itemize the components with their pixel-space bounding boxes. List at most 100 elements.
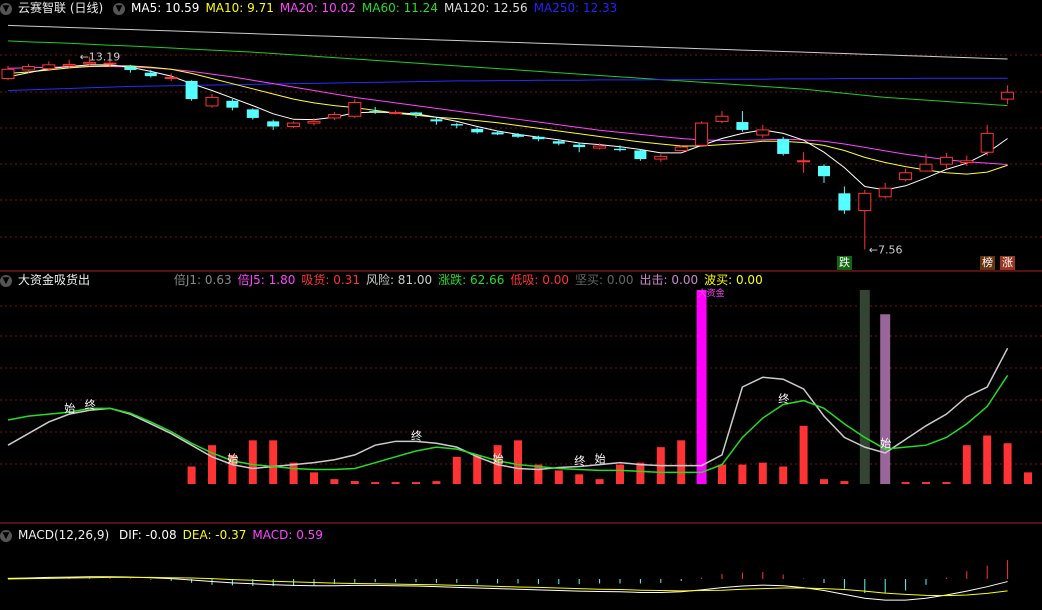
flow-special-bar bbox=[859, 290, 870, 484]
flow-bar bbox=[330, 479, 339, 484]
candle-body bbox=[226, 100, 239, 108]
candle-body bbox=[205, 96, 219, 107]
candle-body bbox=[960, 160, 974, 163]
candle-body bbox=[430, 119, 443, 122]
candle-body bbox=[715, 115, 729, 122]
flow-bar bbox=[738, 464, 747, 484]
flow-bar bbox=[799, 425, 808, 484]
candle-body bbox=[858, 192, 872, 211]
candle-body bbox=[1001, 91, 1015, 100]
dif-line bbox=[7, 576, 1008, 601]
candle-body bbox=[736, 122, 749, 130]
flow-green-line bbox=[7, 374, 1009, 474]
start-mark: 始 bbox=[880, 436, 891, 450]
flow-bar bbox=[412, 482, 420, 484]
flow-bar bbox=[677, 440, 686, 484]
flow-bar bbox=[901, 482, 910, 484]
end-mark: 终 bbox=[778, 391, 789, 405]
flow-bar bbox=[636, 462, 645, 484]
big-money-label: 大资金 bbox=[698, 287, 725, 299]
candle-body bbox=[144, 72, 157, 77]
candle-body bbox=[919, 163, 933, 172]
flow-bar bbox=[718, 464, 726, 484]
fall-badge: 跌 bbox=[837, 256, 852, 270]
ma120-line bbox=[7, 24, 1008, 60]
ma10-line bbox=[7, 65, 1008, 175]
candle-body bbox=[124, 66, 137, 70]
candle-body bbox=[512, 134, 524, 137]
candle-body bbox=[21, 66, 35, 71]
flow-bar bbox=[779, 466, 788, 484]
candle-body bbox=[939, 156, 953, 165]
candle-body bbox=[491, 132, 504, 135]
candle-body bbox=[62, 63, 76, 67]
start-mark: 始 bbox=[227, 452, 238, 466]
candle-body bbox=[1, 68, 15, 80]
candle-body bbox=[674, 146, 688, 151]
flow-bar bbox=[432, 481, 441, 484]
ma20-line bbox=[7, 66, 1008, 166]
candle-body bbox=[878, 187, 892, 198]
flow-chart[interactable]: 大资金始始始始始终终终终 bbox=[0, 272, 1042, 524]
flow-bar bbox=[371, 482, 380, 484]
macd-chart[interactable] bbox=[0, 524, 1042, 610]
flow-bar bbox=[820, 479, 828, 484]
ma250-line bbox=[7, 77, 1008, 92]
dea-line bbox=[7, 576, 1008, 597]
rank-badge: 榜 bbox=[980, 256, 995, 270]
candle-body bbox=[573, 144, 586, 148]
flow-bar bbox=[840, 481, 849, 484]
candle-body bbox=[797, 160, 811, 163]
candle-body bbox=[552, 141, 565, 144]
candle-body bbox=[246, 109, 259, 118]
flow-bar bbox=[473, 454, 482, 484]
candle-body bbox=[532, 136, 545, 140]
candle-body bbox=[980, 132, 994, 153]
end-mark: 终 bbox=[411, 428, 422, 442]
flow-bar bbox=[962, 445, 971, 484]
candle-body bbox=[695, 122, 709, 146]
candle-body bbox=[348, 102, 362, 117]
flow-bar bbox=[554, 470, 563, 484]
flow-bar bbox=[310, 472, 318, 484]
flow-bar bbox=[942, 482, 951, 484]
candle-body bbox=[593, 145, 607, 149]
candle-body bbox=[287, 122, 301, 128]
flow-bar bbox=[187, 466, 196, 484]
low-price-label: ←7.56 bbox=[869, 244, 903, 257]
flow-bar bbox=[269, 440, 278, 484]
flow-bar bbox=[922, 482, 930, 484]
flow-white-line bbox=[7, 347, 1009, 471]
candle-body bbox=[369, 111, 382, 113]
candle-body bbox=[471, 128, 484, 133]
candle-body bbox=[777, 139, 790, 154]
ma5-line bbox=[7, 64, 1008, 191]
price-chart[interactable]: ←13.19 ←7.56 bbox=[0, 0, 1042, 272]
candle-body bbox=[164, 77, 178, 80]
candle-body bbox=[267, 121, 280, 127]
high-price-label: ←13.19 bbox=[80, 51, 121, 64]
flow-bar bbox=[616, 464, 624, 484]
flow-bar bbox=[289, 462, 298, 484]
candle-body bbox=[410, 112, 422, 115]
candle-body bbox=[389, 111, 403, 114]
flow-bar bbox=[248, 440, 257, 484]
end-mark: 终 bbox=[574, 454, 585, 468]
candle-body bbox=[634, 150, 647, 160]
end-mark: 终 bbox=[85, 397, 96, 411]
flow-bar bbox=[350, 481, 359, 484]
flow-bar bbox=[983, 435, 992, 484]
flow-bar bbox=[391, 482, 400, 484]
flow-special-bar bbox=[696, 290, 707, 484]
start-mark: 始 bbox=[64, 401, 75, 415]
candle-body bbox=[307, 120, 321, 124]
start-mark: 始 bbox=[493, 452, 504, 466]
candle-body bbox=[654, 155, 668, 160]
rise-badge: 涨 bbox=[1000, 256, 1015, 270]
flow-bar bbox=[1024, 472, 1032, 484]
candle-body bbox=[756, 129, 770, 136]
flow-bar bbox=[514, 440, 522, 484]
flow-bar bbox=[1003, 443, 1012, 484]
candle-body bbox=[614, 148, 626, 151]
flow-bar bbox=[595, 479, 604, 484]
